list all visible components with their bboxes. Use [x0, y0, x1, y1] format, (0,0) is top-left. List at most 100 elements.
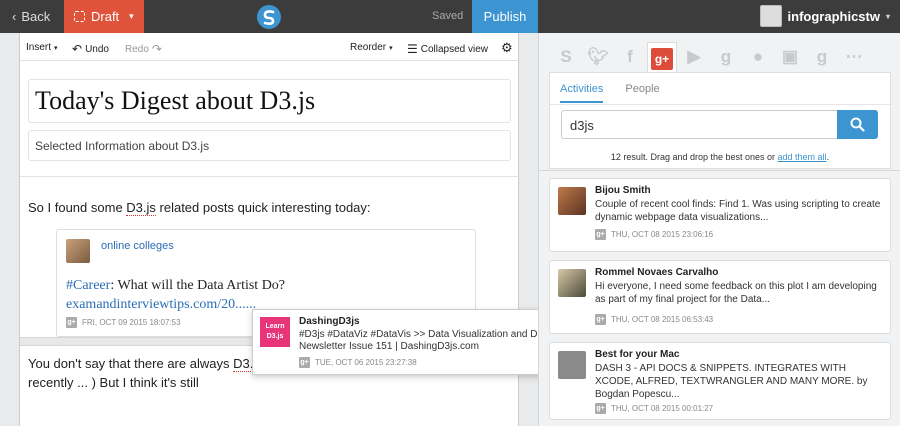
- result-meta: g+ THU, OCT 08 2015 00:01:27: [595, 403, 713, 414]
- back-button[interactable]: ‹ Back: [0, 0, 62, 33]
- top-bar: ‹ Back Draft ▾ Saved Publish infographic…: [0, 0, 900, 33]
- list-icon: ☰: [407, 42, 418, 56]
- results-note-suffix: .: [826, 152, 830, 162]
- story-description-field[interactable]: Selected Information about D3.js: [28, 130, 511, 161]
- chevron-down-icon: ▾: [129, 11, 134, 21]
- search-input[interactable]: d3js: [561, 110, 837, 139]
- divider: [20, 176, 520, 177]
- source-tabs: S 🐦︎ f g+ ▶ g ● ▣ g ⋯: [551, 42, 871, 75]
- avatar: [66, 239, 90, 263]
- google-plus-icon: g+: [595, 314, 606, 325]
- result-text: Hi everyone, I need some feedback on thi…: [595, 281, 877, 305]
- search-button[interactable]: [837, 110, 878, 139]
- result-meta: g+ TUE, OCT 06 2015 23:27:38: [299, 357, 417, 368]
- misspelled-word: D3.: [233, 356, 254, 372]
- user-menu[interactable]: infographicstw ▾: [759, 5, 890, 27]
- avatar: [558, 187, 586, 215]
- chevron-left-icon: ‹: [12, 9, 17, 24]
- result-card[interactable]: Best for your Mac DASH 3 - API DOCS & SN…: [549, 342, 891, 420]
- post-timestamp: FRI, OCT 09 2015 18:07:53: [82, 318, 181, 327]
- username: infographicstw: [787, 8, 880, 24]
- chevron-down-icon: ▾: [885, 11, 890, 21]
- hashtag-link[interactable]: #Career: [66, 278, 110, 293]
- result-meta: g+ THU, OCT 08 2015 06:53:43: [595, 314, 713, 325]
- google-plus-icon: g+: [595, 229, 606, 240]
- misspelled-word: D3.js: [126, 200, 156, 216]
- redo-icon: ↷: [151, 42, 162, 56]
- draft-button[interactable]: Draft ▾: [64, 0, 144, 33]
- result-author: Bijou Smith: [595, 185, 651, 196]
- result-card[interactable]: Bijou Smith Couple of recent cool finds:…: [549, 178, 891, 252]
- undo-button[interactable]: ↶ Undo: [72, 42, 109, 56]
- storify-logo-icon[interactable]: [256, 4, 282, 30]
- paragraph-text: So I found some: [28, 200, 127, 215]
- collapsed-view-label: Collapsed view: [420, 43, 489, 55]
- redo-label: Redo: [125, 43, 149, 55]
- gear-icon[interactable]: ⚙: [501, 40, 513, 56]
- result-author: DashingD3js: [299, 316, 360, 327]
- post-text: #Career: What will the Data Artist Do?: [66, 278, 285, 294]
- undo-icon: ↶: [72, 42, 83, 56]
- editor-toolbar: Insert ▾ ↶ Undo Redo ↷ Reorder ▾ ☰ Colla…: [20, 33, 520, 61]
- tab-activities[interactable]: Activities: [560, 83, 604, 103]
- google-plus-icon: g+: [66, 317, 77, 328]
- reorder-label: Reorder: [350, 42, 387, 53]
- google-plus-icon: g+: [595, 403, 606, 414]
- text-paragraph[interactable]: So I found some D3.js related posts quic…: [28, 200, 371, 216]
- result-timestamp: THU, OCT 08 2015 06:53:43: [611, 315, 714, 324]
- paragraph-text: related posts quick interesting today:: [155, 200, 371, 215]
- chevron-down-icon: ▾: [54, 44, 58, 52]
- flickr-source-icon[interactable]: ●: [743, 42, 773, 72]
- paragraph-text: You don't say that there are always: [28, 356, 234, 371]
- post-meta: g+ FRI, OCT 09 2015 18:07:53: [66, 317, 181, 328]
- youtube-source-icon[interactable]: ▶: [679, 42, 709, 72]
- sources-panel: S 🐦︎ f g+ ▶ g ● ▣ g ⋯ Activities People …: [538, 33, 900, 426]
- twitter-source-icon[interactable]: 🐦︎: [583, 42, 613, 72]
- result-timestamp: THU, OCT 08 2015 23:06:16: [611, 230, 714, 239]
- result-author: Rommel Novaes Carvalho: [595, 267, 719, 278]
- google-plus-icon: g+: [299, 357, 310, 368]
- avatar: [558, 351, 586, 379]
- redo-button[interactable]: Redo ↷: [125, 42, 162, 56]
- result-text: DASH 3 - API DOCS & SNIPPETS. INTEGRATES…: [595, 363, 868, 400]
- source-badge: Learn D3.js: [260, 317, 290, 347]
- search-icon: [850, 117, 865, 132]
- reorder-menu[interactable]: Reorder ▾: [350, 42, 393, 53]
- collapsed-view-button[interactable]: ☰ Collapsed view: [407, 42, 488, 56]
- results-note-text: 12 result. Drag and drop the best ones o…: [610, 152, 778, 162]
- post-author[interactable]: online colleges: [101, 240, 174, 252]
- divider: [550, 104, 892, 105]
- storify-source-icon[interactable]: S: [551, 42, 581, 72]
- search-tabs: Activities People: [560, 83, 660, 103]
- result-author: Best for your Mac: [595, 349, 680, 360]
- result-text: Couple of recent cool finds: Find 1. Was…: [595, 199, 881, 223]
- chevron-down-icon: ▾: [389, 44, 393, 52]
- publish-button[interactable]: Publish: [472, 0, 538, 33]
- avatar: [558, 269, 586, 297]
- google-plus-source-icon[interactable]: g+: [647, 42, 677, 75]
- result-timestamp: TUE, OCT 06 2015 23:27:38: [315, 358, 417, 367]
- draft-label: Draft: [91, 9, 120, 24]
- instagram-source-icon[interactable]: ▣: [775, 42, 805, 72]
- result-card[interactable]: Rommel Novaes Carvalho Hi everyone, I ne…: [549, 260, 891, 334]
- save-status: Saved: [432, 10, 464, 22]
- more-sources-icon[interactable]: ⋯: [839, 42, 869, 72]
- results-count: 12 result. Drag and drop the best ones o…: [539, 152, 900, 162]
- result-timestamp: THU, OCT 08 2015 00:01:27: [611, 404, 714, 413]
- result-meta: g+ THU, OCT 08 2015 23:06:16: [595, 229, 713, 240]
- avatar: [759, 5, 782, 27]
- divider: [539, 170, 900, 171]
- insert-label: Insert: [26, 42, 52, 53]
- tab-people[interactable]: People: [625, 83, 659, 103]
- goodreads-source-icon[interactable]: g: [711, 42, 741, 72]
- goodreads-alt-source-icon[interactable]: g: [807, 42, 837, 72]
- undo-label: Undo: [85, 43, 109, 55]
- back-label: Back: [21, 9, 51, 24]
- post-text-body: : What will the Data Artist Do?: [110, 278, 286, 293]
- facebook-source-icon[interactable]: f: [615, 42, 645, 72]
- insert-menu[interactable]: Insert ▾: [26, 42, 58, 53]
- story-title-field[interactable]: Today's Digest about D3.js: [28, 79, 511, 123]
- paragraph-text: recently ... ) But I think it's still: [28, 375, 199, 390]
- post-link[interactable]: examandinterviewtips.com/20......: [66, 297, 256, 313]
- add-all-link[interactable]: add them all: [778, 152, 827, 162]
